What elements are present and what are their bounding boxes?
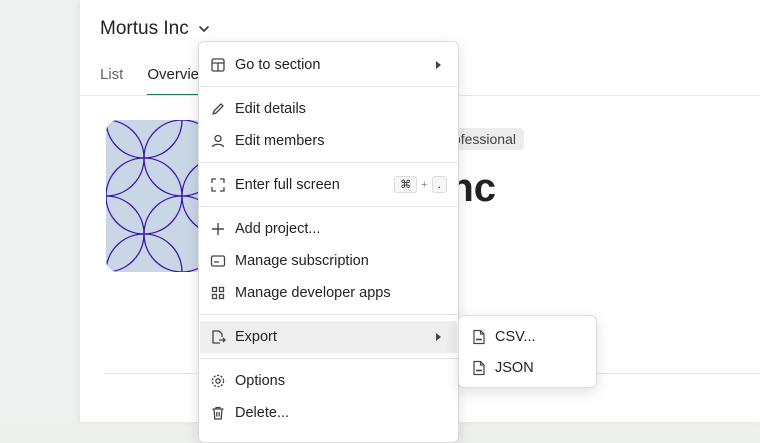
menu-item-label: Edit members <box>235 133 325 149</box>
submenu-item-json[interactable]: JSON <box>460 353 595 383</box>
submenu-arrow-icon <box>436 333 441 341</box>
submenu-item-csv[interactable]: CSV... <box>460 322 595 352</box>
menu-separator <box>199 162 458 163</box>
menu-item-label: Delete... <box>235 405 289 421</box>
menu-item-label: Edit details <box>235 101 306 117</box>
shortcut-plus: + <box>421 178 428 191</box>
pencil-icon <box>212 103 224 115</box>
menu-item-label: Enter full screen <box>235 177 340 193</box>
menu-item-manage-developer-apps[interactable]: Manage developer apps <box>200 277 457 309</box>
menu-item-manage-subscription[interactable]: Manage subscription <box>200 245 457 277</box>
chevron-down-icon <box>198 26 209 32</box>
submenu-item-label: JSON <box>495 360 534 376</box>
menu-separator <box>199 358 458 359</box>
tab-bar: List Overview <box>100 66 210 96</box>
menu-item-label: Manage subscription <box>235 253 369 269</box>
tab-list[interactable]: List <box>100 66 123 94</box>
submenu-arrow-icon <box>436 61 441 69</box>
menu-item-options[interactable]: Options <box>200 365 457 397</box>
file-csv-icon <box>473 329 485 345</box>
menu-item-add-project[interactable]: Add project... <box>200 213 457 245</box>
menu-item-label: Go to section <box>235 57 321 73</box>
menu-separator <box>199 314 458 315</box>
menu-item-label: Add project... <box>235 221 321 237</box>
avatar-pattern <box>106 120 206 272</box>
left-side-strip <box>0 0 80 422</box>
layout-icon <box>211 58 225 72</box>
card-icon <box>210 255 226 267</box>
menu-separator <box>199 86 458 87</box>
menu-item-edit-details[interactable]: Edit details <box>200 93 457 125</box>
menu-item-enter-full-screen[interactable]: Enter full screen ⌘ + . <box>200 169 457 201</box>
trash-icon <box>212 406 224 420</box>
shortcut-key-period: . <box>431 176 447 193</box>
gear-icon <box>211 374 225 388</box>
org-avatar <box>106 120 206 272</box>
file-json-icon <box>473 360 485 376</box>
fullscreen-icon <box>211 178 225 192</box>
menu-item-delete[interactable]: Delete... <box>200 397 457 429</box>
export-icon <box>212 330 226 344</box>
menu-item-export[interactable]: Export <box>200 321 457 353</box>
org-name: Mortus Inc <box>100 18 189 39</box>
menu-item-label: Manage developer apps <box>235 285 391 301</box>
shortcut-key-cmd: ⌘ <box>394 176 418 193</box>
org-switcher[interactable]: Mortus Inc <box>100 18 211 40</box>
menu-item-go-to-section[interactable]: Go to section <box>200 49 457 81</box>
keyboard-shortcut: ⌘ + . <box>394 176 447 193</box>
export-submenu: CSV... JSON <box>458 315 597 388</box>
grid-icon <box>211 286 225 300</box>
submenu-item-label: CSV... <box>495 329 536 345</box>
plus-icon <box>212 223 224 235</box>
person-icon <box>211 134 225 148</box>
context-menu: Go to section Edit details Edit members … <box>198 41 459 443</box>
menu-item-label: Options <box>235 373 285 389</box>
menu-item-label: Export <box>235 329 277 345</box>
menu-separator <box>199 206 458 207</box>
menu-item-edit-members[interactable]: Edit members <box>200 125 457 157</box>
